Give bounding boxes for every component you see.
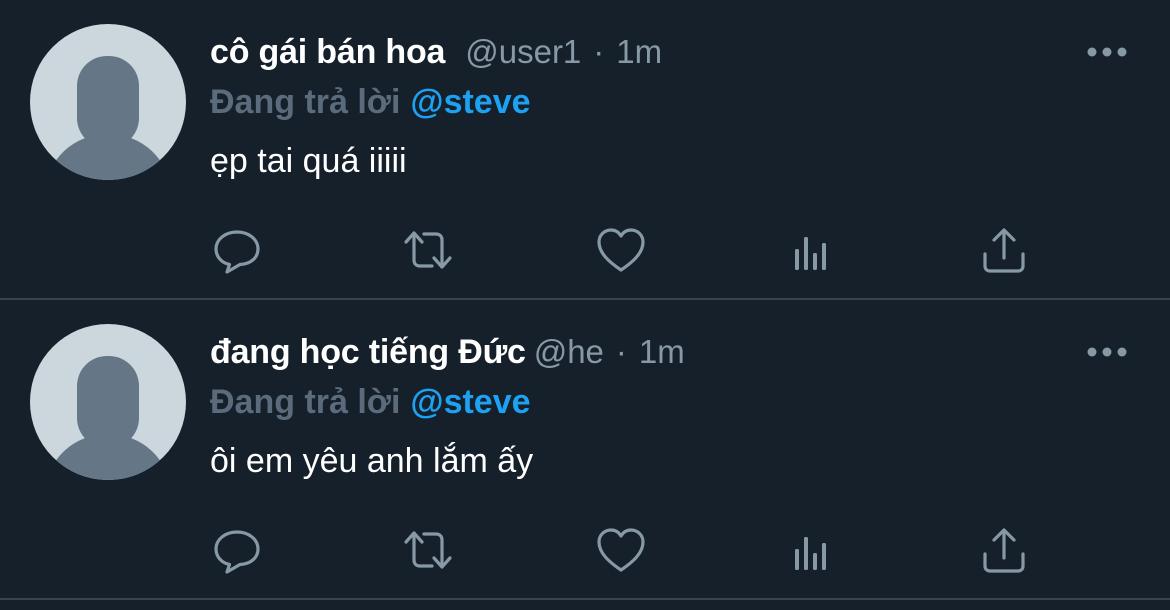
- tweet-header: đang học tiếng Đức @he · 1m: [210, 330, 685, 374]
- default-profile-icon: [47, 56, 169, 180]
- like-icon[interactable]: [595, 224, 647, 276]
- default-profile-icon: [47, 356, 169, 480]
- user-handle[interactable]: @user1: [465, 33, 581, 71]
- avatar[interactable]: [30, 24, 186, 180]
- display-name[interactable]: cô gái bán hoa: [210, 33, 445, 72]
- retweet-icon[interactable]: [402, 524, 454, 576]
- reply-prefix: Đang trả lời: [210, 82, 401, 121]
- more-options-icon[interactable]: [1086, 40, 1128, 64]
- divider: [0, 598, 1170, 600]
- share-icon[interactable]: [978, 224, 1030, 276]
- analytics-icon[interactable]: [787, 524, 839, 576]
- more-options-icon[interactable]: [1086, 340, 1128, 364]
- tweet[interactable]: đang học tiếng Đức @he · 1m Đang trả lời…: [0, 300, 1170, 600]
- reply-mention-link[interactable]: @steve: [410, 383, 530, 422]
- timeline: cô gái bán hoa @user1 · 1m Đang trả lời …: [0, 0, 1170, 610]
- user-handle[interactable]: @he: [534, 333, 604, 371]
- display-name[interactable]: đang học tiếng Đức: [210, 333, 526, 372]
- reply-mention-link[interactable]: @steve: [410, 83, 530, 122]
- tweet-header: cô gái bán hoa @user1 · 1m: [210, 30, 662, 74]
- like-icon[interactable]: [595, 524, 647, 576]
- timestamp[interactable]: 1m: [639, 333, 685, 371]
- reply-icon[interactable]: [211, 224, 263, 276]
- replying-to: Đang trả lời @steve: [210, 80, 531, 124]
- analytics-icon[interactable]: [787, 224, 839, 276]
- separator: ·: [615, 333, 627, 370]
- reply-icon[interactable]: [211, 524, 263, 576]
- retweet-icon[interactable]: [402, 224, 454, 276]
- reply-prefix: Đang trả lời: [210, 382, 401, 421]
- tweet-text: ôi em yêu anh lắm ấy: [210, 442, 534, 480]
- share-icon[interactable]: [978, 524, 1030, 576]
- tweet[interactable]: cô gái bán hoa @user1 · 1m Đang trả lời …: [0, 0, 1170, 300]
- timestamp[interactable]: 1m: [616, 33, 662, 71]
- replying-to: Đang trả lời @steve: [210, 380, 531, 424]
- separator: ·: [593, 33, 605, 70]
- avatar[interactable]: [30, 324, 186, 480]
- tweet-text: ẹp tai quá iiiii: [210, 142, 407, 180]
